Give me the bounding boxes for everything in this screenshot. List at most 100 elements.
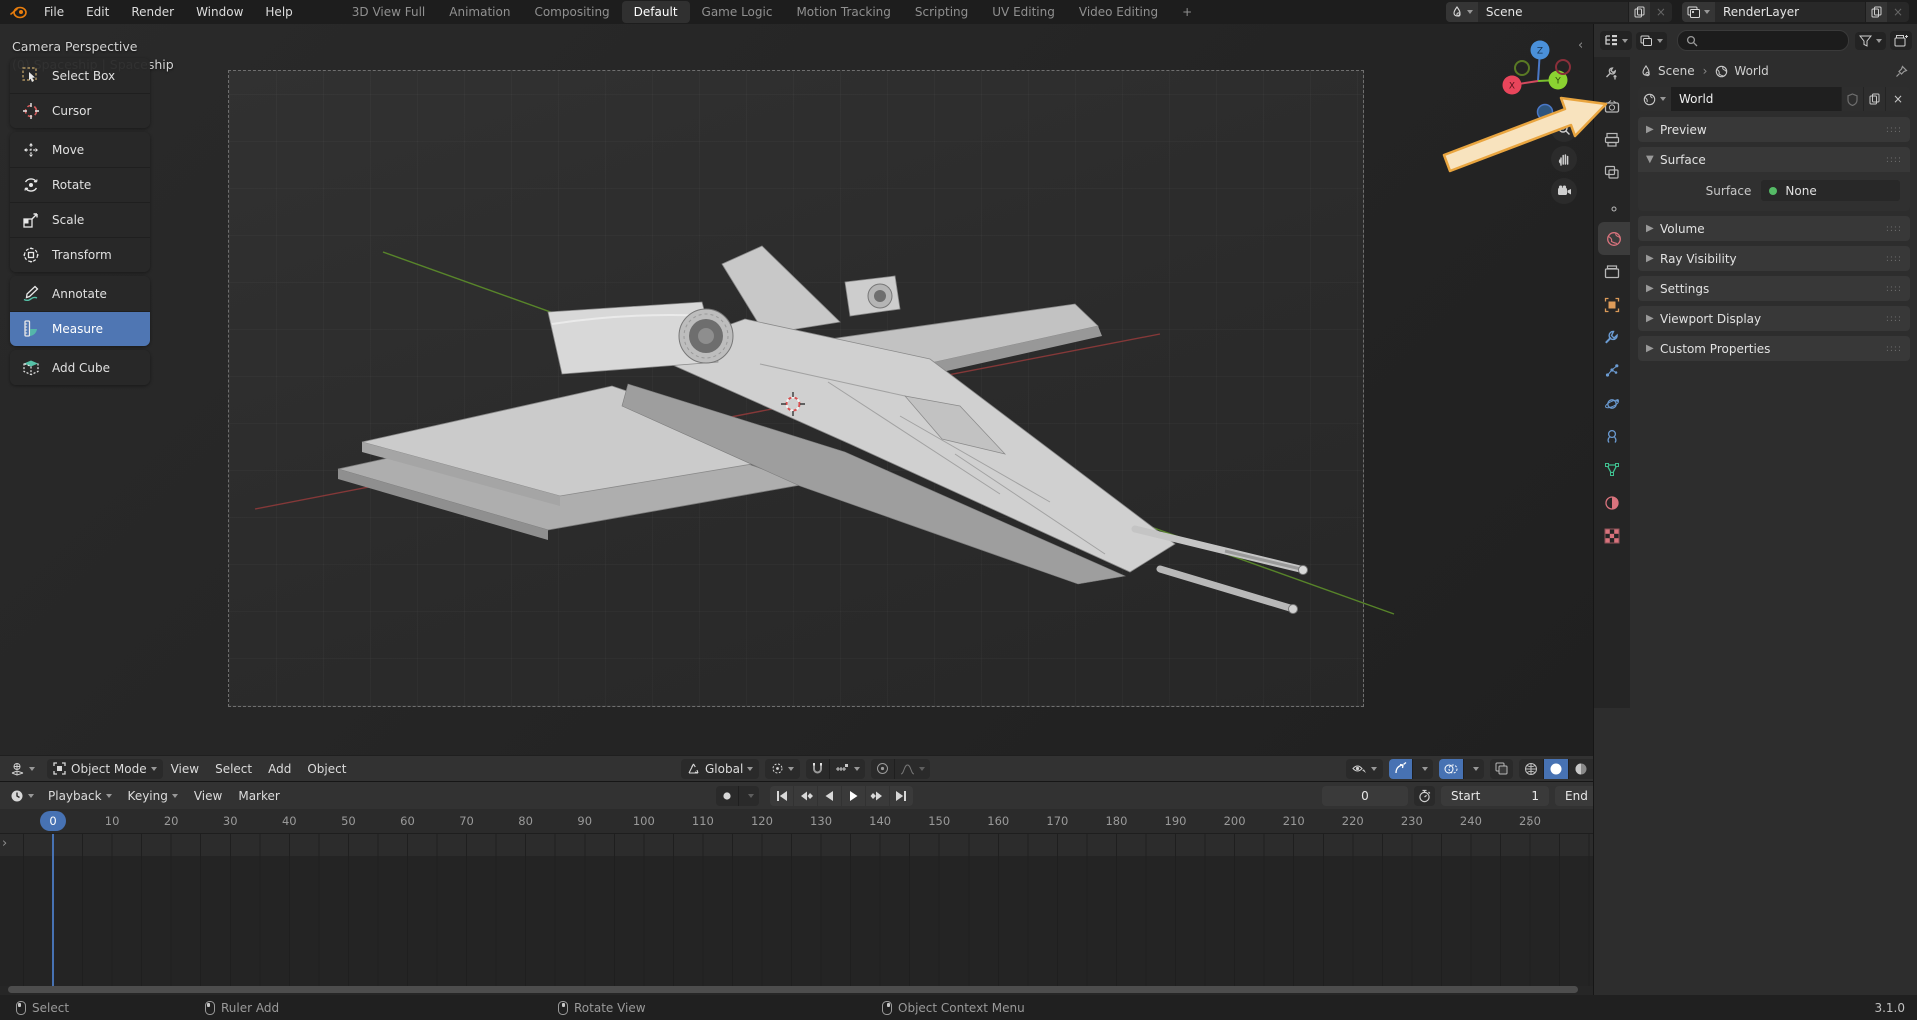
timeline-menu-keying[interactable]: Keying: [120, 789, 186, 803]
shading-material-button[interactable]: [1569, 759, 1593, 779]
viewport-menu-select[interactable]: Select: [207, 762, 260, 776]
properties-tab-render[interactable]: [1594, 90, 1630, 123]
timeline-tracks[interactable]: ›: [0, 834, 1593, 986]
play-reverse-button[interactable]: [818, 786, 841, 806]
viewport-canvas[interactable]: Camera Perspective (0) Spaceship | Space…: [0, 24, 1593, 755]
workspace-tab-3d-view-full[interactable]: 3D View Full: [340, 1, 438, 23]
timeline-menu-marker[interactable]: Marker: [230, 789, 287, 803]
workspace-tab-animation[interactable]: Animation: [437, 1, 522, 23]
timeline-scrollbar[interactable]: [8, 986, 1578, 993]
use-preview-range-toggle[interactable]: [1414, 786, 1435, 806]
viewport-menu-add[interactable]: Add: [260, 762, 299, 776]
gizmo-options-selector[interactable]: [1413, 759, 1433, 779]
properties-tab-texture[interactable]: [1594, 519, 1630, 552]
timeline-collapse-icon[interactable]: ‹: [1526, 816, 1531, 831]
copy-datablock-icon[interactable]: [1863, 87, 1885, 111]
tool-rotate[interactable]: Rotate: [10, 167, 150, 202]
jump-to-start-button[interactable]: [770, 786, 793, 806]
playhead[interactable]: [52, 834, 54, 986]
mode-selector[interactable]: Object Mode: [47, 759, 163, 779]
workspace-tab-game-logic[interactable]: Game Logic: [690, 1, 785, 23]
jump-to-end-button[interactable]: [890, 786, 913, 806]
panel-header-preview[interactable]: ▶ Preview ::::: [1638, 117, 1910, 142]
world-name-field[interactable]: World: [1671, 87, 1841, 111]
show-overlays-toggle[interactable]: [1439, 759, 1463, 779]
tool-cursor[interactable]: Cursor: [10, 93, 150, 128]
panel-header-surface[interactable]: ▼ Surface ::::: [1638, 147, 1910, 172]
properties-tab-scene[interactable]: [1594, 189, 1630, 222]
outliner-search-input[interactable]: [1677, 30, 1849, 51]
timeline-menu-playback[interactable]: Playback: [40, 789, 120, 803]
scene-copy-icon[interactable]: [1628, 2, 1650, 22]
panel-grip-icon[interactable]: ::::: [1886, 254, 1902, 264]
add-workspace-button[interactable]: +: [1170, 1, 1204, 23]
show-gizmo-toggle[interactable]: [1389, 759, 1412, 779]
scene-icon[interactable]: [1446, 2, 1478, 22]
frame-start-field[interactable]: Start 1: [1441, 786, 1549, 806]
render-layer-name[interactable]: RenderLayer: [1715, 5, 1865, 19]
viewport-menu-object[interactable]: Object: [299, 762, 354, 776]
panel-grip-icon[interactable]: ::::: [1886, 125, 1902, 135]
properties-tab-constraints[interactable]: [1594, 420, 1630, 453]
tool-annotate[interactable]: Annotate: [10, 276, 150, 311]
properties-tab-collection[interactable]: [1594, 255, 1630, 288]
panel-grip-icon[interactable]: ::::: [1886, 224, 1902, 234]
tool-select-box[interactable]: Select Box: [10, 58, 150, 93]
fake-user-shield-icon[interactable]: [1841, 87, 1863, 111]
render-layer-selector[interactable]: RenderLayer ×: [1682, 2, 1909, 22]
panel-grip-icon[interactable]: ::::: [1886, 155, 1902, 165]
proportional-edit-toggle[interactable]: [871, 759, 894, 779]
menu-edit[interactable]: Edit: [75, 0, 120, 24]
snap-toggle[interactable]: [806, 759, 829, 779]
camera-view-button[interactable]: [1551, 178, 1577, 204]
panel-header-settings[interactable]: ▶ Settings ::::: [1638, 276, 1910, 301]
properties-tab-viewlayer[interactable]: [1594, 156, 1630, 189]
workspace-tab-motion-tracking[interactable]: Motion Tracking: [784, 1, 902, 23]
properties-tab-modifiers[interactable]: [1594, 321, 1630, 354]
tool-scale[interactable]: Scale: [10, 202, 150, 237]
play-button[interactable]: [842, 786, 865, 806]
pan-view-button[interactable]: [1551, 146, 1577, 172]
workspace-tab-compositing[interactable]: Compositing: [522, 1, 621, 23]
current-frame-field[interactable]: 0: [1322, 786, 1408, 806]
sidebar-toggle-icon[interactable]: ‹: [1578, 38, 1583, 53]
panel-grip-icon[interactable]: ::::: [1886, 344, 1902, 354]
workspace-tab-default[interactable]: Default: [622, 1, 690, 23]
scene-name[interactable]: Scene: [1478, 5, 1628, 19]
workspace-tab-uv-editing[interactable]: UV Editing: [980, 1, 1067, 23]
zoom-view-button[interactable]: [1551, 116, 1577, 142]
render-layer-icon[interactable]: [1682, 2, 1715, 22]
timeline-menu-view[interactable]: View: [186, 789, 230, 803]
panel-header-custom-properties[interactable]: ▶ Custom Properties ::::: [1638, 336, 1910, 361]
timeline-editor-type-button[interactable]: [4, 786, 40, 806]
editor-type-button[interactable]: [4, 759, 41, 779]
properties-tab-material[interactable]: [1594, 486, 1630, 519]
panel-header-viewport-display[interactable]: ▶ Viewport Display ::::: [1638, 306, 1910, 331]
xray-toggle[interactable]: [1490, 759, 1513, 779]
workspace-tab-scripting[interactable]: Scripting: [903, 1, 980, 23]
properties-tab-data[interactable]: [1594, 453, 1630, 486]
menu-render[interactable]: Render: [120, 0, 185, 24]
outliner-display-mode-button[interactable]: [1636, 32, 1667, 50]
transform-orientation-selector[interactable]: Global: [681, 759, 759, 779]
properties-tab-object[interactable]: [1594, 288, 1630, 321]
outliner-editor-type-button[interactable]: [1600, 31, 1632, 50]
render-layer-copy-icon[interactable]: [1865, 2, 1887, 22]
panel-header-volume[interactable]: ▶ Volume ::::: [1638, 216, 1910, 241]
snap-target-selector[interactable]: [830, 759, 865, 779]
panel-header-ray-visibility[interactable]: ▶ Ray Visibility ::::: [1638, 246, 1910, 271]
scene-selector[interactable]: Scene ×: [1446, 2, 1672, 22]
unlink-datablock-icon[interactable]: ×: [1885, 87, 1910, 111]
panel-grip-icon[interactable]: ::::: [1886, 314, 1902, 324]
tool-add-cube[interactable]: Add Cube: [10, 350, 150, 385]
tool-measure[interactable]: Measure: [10, 311, 150, 346]
shading-solid-button[interactable]: [1544, 759, 1568, 779]
properties-tab-physics[interactable]: [1594, 387, 1630, 420]
tool-move[interactable]: Move: [10, 132, 150, 167]
object-visibility-selector[interactable]: [1346, 759, 1383, 779]
outliner-filter-button[interactable]: [1855, 32, 1886, 50]
menu-window[interactable]: Window: [185, 0, 254, 24]
world-browse-button[interactable]: [1638, 87, 1671, 111]
previous-keyframe-button[interactable]: [794, 786, 817, 806]
breadcrumb-world[interactable]: World: [1734, 64, 1768, 78]
